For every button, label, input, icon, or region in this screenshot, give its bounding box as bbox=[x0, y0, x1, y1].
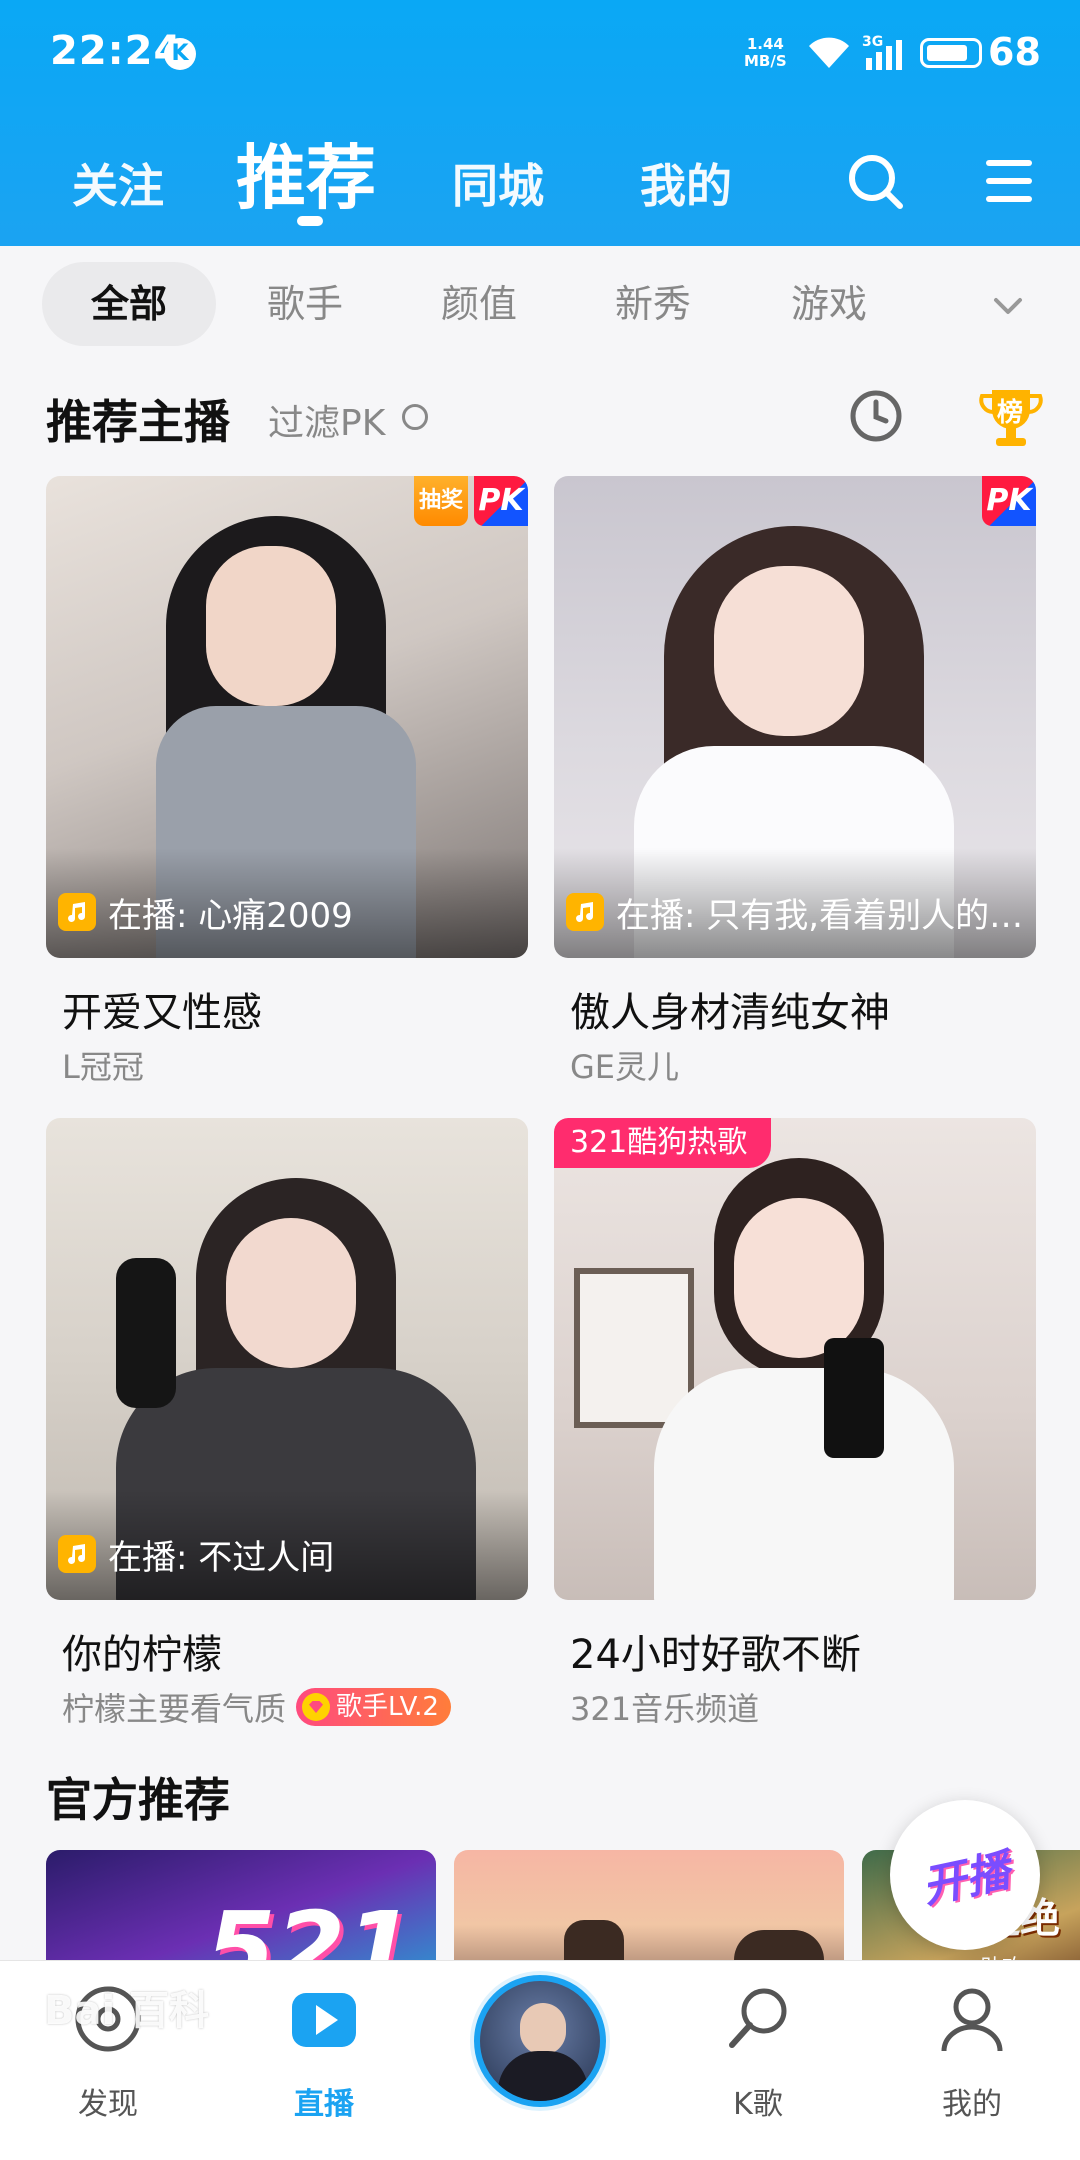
category-newcomer[interactable]: 新秀 bbox=[578, 262, 728, 346]
trophy-label: 榜 bbox=[997, 398, 1024, 428]
user-icon bbox=[941, 1988, 1003, 2052]
k-app-icon: K bbox=[164, 38, 196, 70]
filter-pk-radio[interactable] bbox=[402, 404, 428, 430]
tab-live-label: 直播 bbox=[294, 2087, 354, 2122]
microphone-icon bbox=[729, 1988, 787, 2048]
tab-discover-label: 发现 bbox=[78, 2087, 138, 2122]
diamond-icon bbox=[302, 1693, 331, 1721]
category-game[interactable]: 游戏 bbox=[754, 262, 904, 346]
network-speed-unit: MB/S bbox=[744, 52, 787, 70]
category-all[interactable]: 全部 bbox=[42, 262, 216, 346]
stream-title: 24小时好歌不断 bbox=[570, 1632, 861, 1678]
tab-follow[interactable]: 关注 bbox=[72, 150, 164, 216]
host-name-text: 321音乐频道 bbox=[570, 1690, 760, 1728]
search-icon[interactable] bbox=[846, 152, 906, 212]
now-playing: 在播: 不过人间 bbox=[58, 1532, 518, 1576]
history-clock-icon[interactable] bbox=[848, 388, 904, 444]
network-speed-value: 1.44 bbox=[746, 35, 784, 53]
singer-level-text: 歌手LV.2 bbox=[336, 1692, 439, 1722]
filter-pk-label[interactable]: 过滤PK bbox=[268, 394, 385, 446]
top-nav: 关注 推荐 同城 我的 bbox=[0, 110, 1080, 246]
status-bar: 22:24 K 1.44 MB/S 3G 68 bbox=[0, 0, 1080, 110]
now-playing-text: 在播: 只有我,看着别人的快乐 bbox=[616, 895, 1026, 935]
lottery-badge: 抽奖 bbox=[414, 476, 468, 526]
now-playing-text: 在播: 不过人间 bbox=[108, 1537, 335, 1577]
category-looks[interactable]: 颜值 bbox=[404, 262, 554, 346]
tab-mine[interactable]: 我的 bbox=[640, 150, 732, 216]
music-note-icon bbox=[566, 893, 604, 931]
host-name-text: L冠冠 bbox=[62, 1048, 144, 1086]
tab-live[interactable]: 直播 bbox=[244, 1961, 404, 2160]
stream-thumbnail[interactable]: 在播: 不过人间 bbox=[46, 1118, 528, 1600]
baidu-watermark: Bai 百科 bbox=[44, 1988, 210, 2034]
battery-level: 68 bbox=[988, 30, 1041, 74]
tab-me[interactable]: 我的 bbox=[892, 1961, 1052, 2160]
tab-ksong-label: K歌 bbox=[733, 2087, 783, 2122]
category-tabs: 全部 歌手 颜值 新秀 游戏 bbox=[0, 246, 1080, 364]
now-playing-text: 在播: 心痛2009 bbox=[108, 895, 353, 935]
tab-recommend[interactable]: 推荐 bbox=[236, 122, 376, 223]
host-name-text: GE灵儿 bbox=[570, 1048, 680, 1086]
section-title-recommended: 推荐主播 bbox=[46, 395, 230, 449]
chevron-down-icon[interactable] bbox=[990, 288, 1026, 324]
pk-badge: PK bbox=[982, 476, 1036, 526]
section-title-official: 官方推荐 bbox=[46, 1773, 230, 1827]
streamer-card[interactable]: PK 在播: 只有我,看着别人的快乐 傲人身材清纯女神 GE灵儿 bbox=[554, 476, 1036, 1096]
stream-thumbnail[interactable]: 抽奖 PK 在播: 心痛2009 bbox=[46, 476, 528, 958]
category-singer[interactable]: 歌手 bbox=[230, 262, 380, 346]
stream-title: 开爱又性感 bbox=[62, 990, 262, 1036]
stream-thumbnail[interactable]: PK 在播: 只有我,看着别人的快乐 bbox=[554, 476, 1036, 958]
avatar[interactable] bbox=[474, 1975, 606, 2107]
live-play-icon bbox=[292, 1993, 356, 2047]
stream-title: 你的柠檬 bbox=[62, 1632, 222, 1678]
singer-level-badge: 歌手LV.2 bbox=[296, 1688, 451, 1726]
kugou-hot-badge: 321酷狗热歌 bbox=[554, 1118, 772, 1168]
now-playing: 在播: 心痛2009 bbox=[58, 890, 518, 934]
stream-title: 傲人身材清纯女神 bbox=[570, 990, 890, 1036]
host-name: 柠檬主要看气质 歌手LV.2 bbox=[62, 1684, 451, 1730]
menu-icon[interactable] bbox=[984, 156, 1034, 206]
host-name: 321音乐频道 bbox=[570, 1684, 759, 1730]
tab-nearby[interactable]: 同城 bbox=[452, 150, 544, 216]
tab-me-label: 我的 bbox=[942, 2087, 1002, 2122]
active-tab-indicator bbox=[297, 216, 323, 226]
streamer-card[interactable]: 在播: 不过人间 你的柠檬 柠檬主要看气质 歌手LV.2 bbox=[46, 1118, 528, 1738]
tab-ksong[interactable]: K歌 bbox=[678, 1961, 838, 2160]
streamer-card[interactable]: 321酷狗热歌 24小时好歌不断 321音乐频道 bbox=[554, 1118, 1036, 1738]
battery-icon bbox=[920, 38, 982, 68]
host-name: L冠冠 bbox=[62, 1042, 144, 1088]
start-live-label: 开播 bbox=[917, 1845, 1015, 1914]
streamer-card[interactable]: 抽奖 PK 在播: 心痛2009 开爱又性感 L冠冠 bbox=[46, 476, 528, 1096]
stream-thumbnail[interactable]: 321酷狗热歌 bbox=[554, 1118, 1036, 1600]
host-name-text: 柠檬主要看气质 bbox=[62, 1690, 287, 1728]
pk-badge: PK bbox=[474, 476, 528, 526]
trophy-rank-icon[interactable]: 榜 bbox=[978, 384, 1044, 450]
header: 22:24 K 1.44 MB/S 3G 68 关注 推荐 同城 我的 bbox=[0, 0, 1080, 246]
start-live-button[interactable]: 开播 bbox=[890, 1800, 1040, 1950]
status-time: 22:24 bbox=[50, 28, 183, 74]
music-note-icon bbox=[58, 893, 96, 931]
now-playing: 在播: 只有我,看着别人的快乐 bbox=[566, 890, 1026, 934]
music-note-icon bbox=[58, 1535, 96, 1573]
network-speed: 1.44 MB/S bbox=[744, 36, 787, 70]
wifi-icon bbox=[809, 37, 849, 68]
host-name: GE灵儿 bbox=[570, 1042, 679, 1088]
